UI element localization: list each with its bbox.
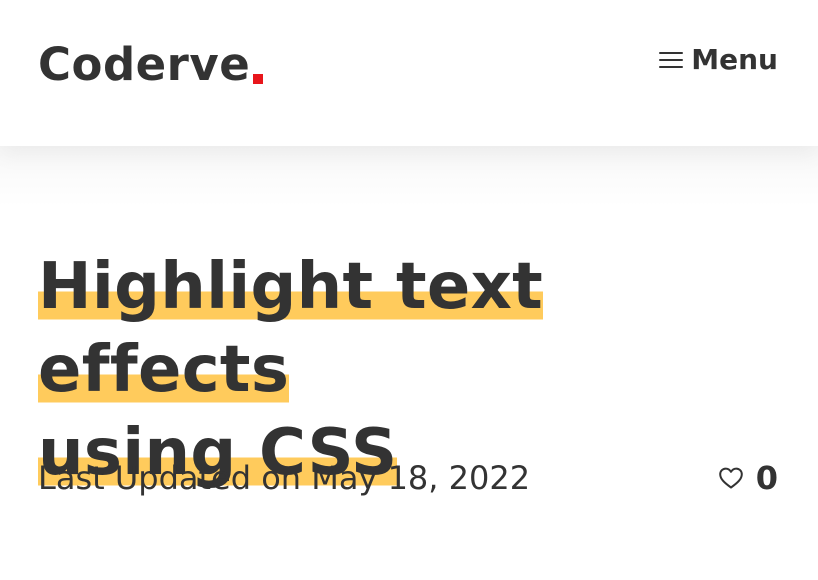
site-header: Coderve Menu bbox=[0, 0, 818, 146]
menu-label: Menu bbox=[691, 43, 778, 76]
like-button[interactable]: 0 bbox=[718, 462, 778, 494]
logo[interactable]: Coderve bbox=[38, 38, 264, 91]
article-content: Highlight text effects using CSS Last Up… bbox=[0, 146, 818, 580]
page-title: Highlight text effects using CSS bbox=[38, 246, 778, 495]
last-updated-text: Last Updated on May 18, 2022 bbox=[38, 459, 531, 497]
menu-button[interactable]: Menu bbox=[659, 46, 778, 74]
logo-text: Coderve bbox=[38, 38, 251, 91]
hamburger-icon bbox=[659, 52, 684, 68]
like-count: 0 bbox=[755, 459, 778, 497]
heart-icon bbox=[718, 467, 743, 489]
logo-dot bbox=[253, 74, 264, 84]
title-line-1: Highlight text effects bbox=[38, 250, 544, 407]
article-meta: Last Updated on May 18, 2022 0 bbox=[38, 462, 778, 494]
